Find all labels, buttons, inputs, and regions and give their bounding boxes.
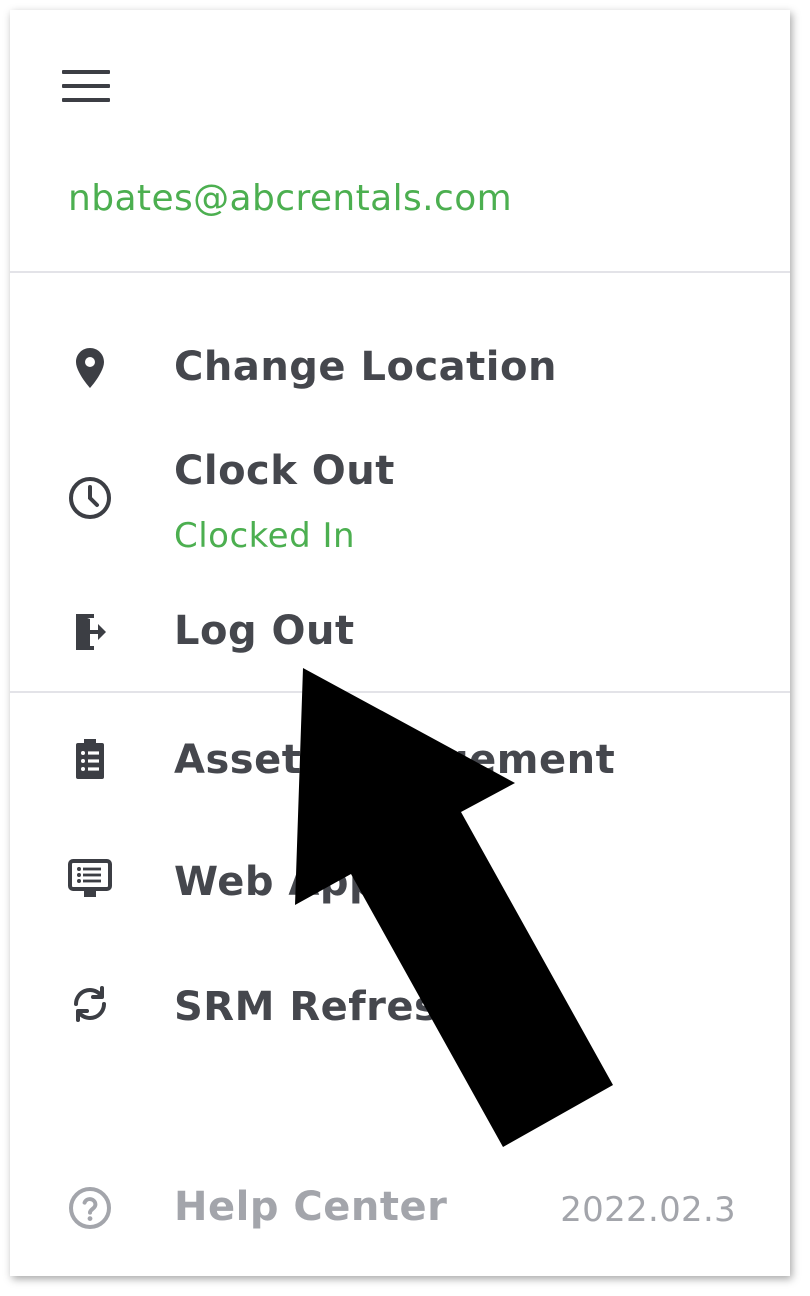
menu-label-srm-refresh: SRM Refresh: [174, 984, 468, 1030]
menu-label-asset-management: Asset Management: [174, 737, 616, 783]
menu-label-log-out: Log Out: [174, 608, 355, 654]
menu-item-srm-refresh[interactable]: SRM Refresh: [10, 970, 790, 1040]
menu-label-clock-out: Clock Out: [174, 448, 395, 494]
menu-label-web-app: Web App: [174, 859, 379, 905]
app-version: 2022.02.3: [560, 1190, 736, 1230]
clock-icon: [66, 474, 114, 522]
menu-item-change-location[interactable]: Change Location: [10, 330, 790, 410]
hamburger-menu-icon[interactable]: [62, 70, 110, 106]
menu-divider: [10, 691, 790, 693]
menu-item-asset-management[interactable]: Asset Management: [10, 725, 790, 795]
menu-item-clock-out[interactable]: Clock Out Clocked In: [10, 440, 790, 560]
menu-label-help-center: Help Center: [174, 1184, 448, 1230]
location-pin-icon: [66, 344, 114, 392]
header-divider: [10, 271, 790, 273]
menu-item-web-app[interactable]: Web App: [10, 845, 790, 915]
monitor-list-icon: [66, 855, 114, 903]
clipboard-list-icon: [66, 735, 114, 783]
help-circle-icon: [66, 1184, 114, 1232]
menu-label-change-location: Change Location: [174, 344, 557, 390]
menu-item-log-out[interactable]: Log Out: [10, 600, 790, 670]
navigation-drawer: nbates@abcrentals.com Change Location Cl…: [10, 10, 790, 1276]
user-email: nbates@abcrentals.com: [68, 178, 513, 219]
clock-status: Clocked In: [174, 516, 356, 556]
exit-door-icon: [66, 608, 114, 656]
refresh-icon: [66, 980, 114, 1028]
